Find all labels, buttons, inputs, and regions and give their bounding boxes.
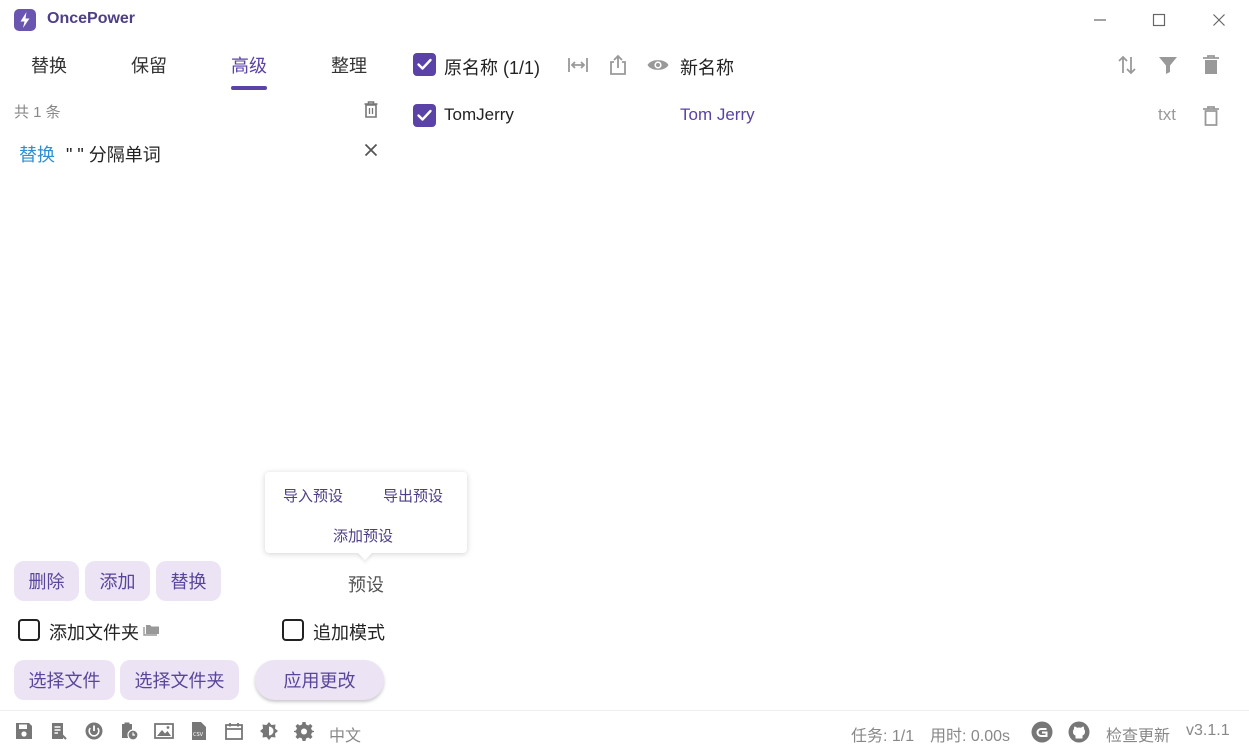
add-folder-checkbox[interactable] <box>18 619 40 641</box>
minimize-button[interactable] <box>1088 8 1112 32</box>
status-bar: CSV 中文 任务: 1/1 用时: 0.00s 检查更新 v3.1.1 <box>0 710 1249 750</box>
rule-count: 共 1 条 <box>14 104 61 121</box>
append-mode-option[interactable]: 追加模式 <box>282 618 392 644</box>
remove-file-trash-icon[interactable] <box>1201 104 1221 133</box>
calendar-icon[interactable] <box>224 721 244 746</box>
language-toggle[interactable]: 中文 <box>329 722 361 746</box>
rule-description: " " 分隔单词 <box>66 145 161 165</box>
delete-button[interactable]: 删除 <box>14 561 79 601</box>
folder-icon <box>143 622 161 641</box>
export-preset-item[interactable]: 导出预设 <box>383 485 443 506</box>
add-preset-item[interactable]: 添加预设 <box>333 525 393 546</box>
fit-width-icon[interactable] <box>566 53 590 82</box>
new-name-column-header: 新名称 <box>680 58 734 78</box>
task-status: 任务: 1/1 <box>851 728 915 745</box>
file-new-name: Tom Jerry <box>680 105 755 124</box>
clear-rules-trash-icon[interactable] <box>362 100 380 125</box>
add-folder-label: 添加文件夹 <box>49 623 139 643</box>
import-preset-item[interactable]: 导入预设 <box>283 485 343 506</box>
file-list-header: 原名称 (1/1) 新名称 <box>400 44 1249 88</box>
app-logo-icon <box>14 9 36 31</box>
append-mode-label: 追加模式 <box>313 623 385 643</box>
delete-all-trash-icon[interactable] <box>1201 53 1221 82</box>
rule-count-row: 共 1 条 <box>14 100 384 122</box>
active-tab-indicator <box>231 86 267 90</box>
clipboard-clock-icon[interactable] <box>119 721 139 746</box>
file-row-checkbox[interactable] <box>413 104 436 127</box>
add-folder-option[interactable]: 添加文件夹 <box>18 618 178 644</box>
filter-icon[interactable] <box>1157 53 1179 82</box>
maximize-button[interactable] <box>1147 8 1171 32</box>
file-extension: txt <box>1158 105 1176 124</box>
tab-organize[interactable]: 整理 <box>331 52 367 78</box>
close-button[interactable] <box>1207 8 1231 32</box>
rule-type-label: 替换 <box>19 145 55 165</box>
sort-icon[interactable] <box>1115 53 1139 82</box>
file-original-name: TomJerry <box>444 105 514 124</box>
replace-button[interactable]: 替换 <box>156 561 221 601</box>
app-title: OncePower <box>47 10 136 27</box>
choose-file-button[interactable]: 选择文件 <box>14 660 115 700</box>
check-update-link[interactable]: 检查更新 <box>1106 722 1170 746</box>
elapsed-time: 用时: 0.00s <box>930 728 1011 745</box>
log-icon[interactable] <box>49 721 69 746</box>
title-bar: OncePower <box>0 0 1249 40</box>
choose-folder-button[interactable]: 选择文件夹 <box>120 660 239 700</box>
save-icon[interactable] <box>14 721 34 746</box>
settings-gear-icon[interactable] <box>294 721 314 746</box>
theme-brightness-icon[interactable] <box>259 721 279 746</box>
tab-advanced[interactable]: 高级 <box>231 52 267 78</box>
select-all-checkbox[interactable] <box>413 53 436 76</box>
preset-button[interactable]: 预设 <box>348 571 384 597</box>
csv-file-icon[interactable]: CSV <box>189 721 209 746</box>
rule-tabs: 替换 保留 高级 整理 <box>0 44 400 94</box>
file-row[interactable]: TomJerry Tom Jerry txt <box>400 96 1249 136</box>
preset-popup-menu: 导入预设 导出预设 添加预设 <box>265 472 467 561</box>
tab-keep[interactable]: 保留 <box>131 52 167 78</box>
original-name-column-header: 原名称 (1/1) <box>444 58 541 78</box>
remove-rule-close-icon[interactable] <box>363 142 379 163</box>
tab-replace[interactable]: 替换 <box>31 52 67 78</box>
append-mode-checkbox[interactable] <box>282 619 304 641</box>
popup-arrow <box>357 545 373 561</box>
rule-item[interactable]: 替换 " " 分隔单词 <box>14 138 384 166</box>
preview-eye-icon[interactable] <box>646 53 670 82</box>
add-button[interactable]: 添加 <box>85 561 150 601</box>
image-icon[interactable] <box>154 721 174 746</box>
power-icon[interactable] <box>84 721 104 746</box>
apply-changes-button[interactable]: 应用更改 <box>255 660 384 700</box>
version-label: v3.1.1 <box>1186 722 1230 739</box>
svg-text:CSV: CSV <box>193 732 204 738</box>
gitee-g-icon[interactable] <box>1031 721 1053 748</box>
export-share-icon[interactable] <box>607 53 629 82</box>
github-icon[interactable] <box>1068 721 1090 748</box>
